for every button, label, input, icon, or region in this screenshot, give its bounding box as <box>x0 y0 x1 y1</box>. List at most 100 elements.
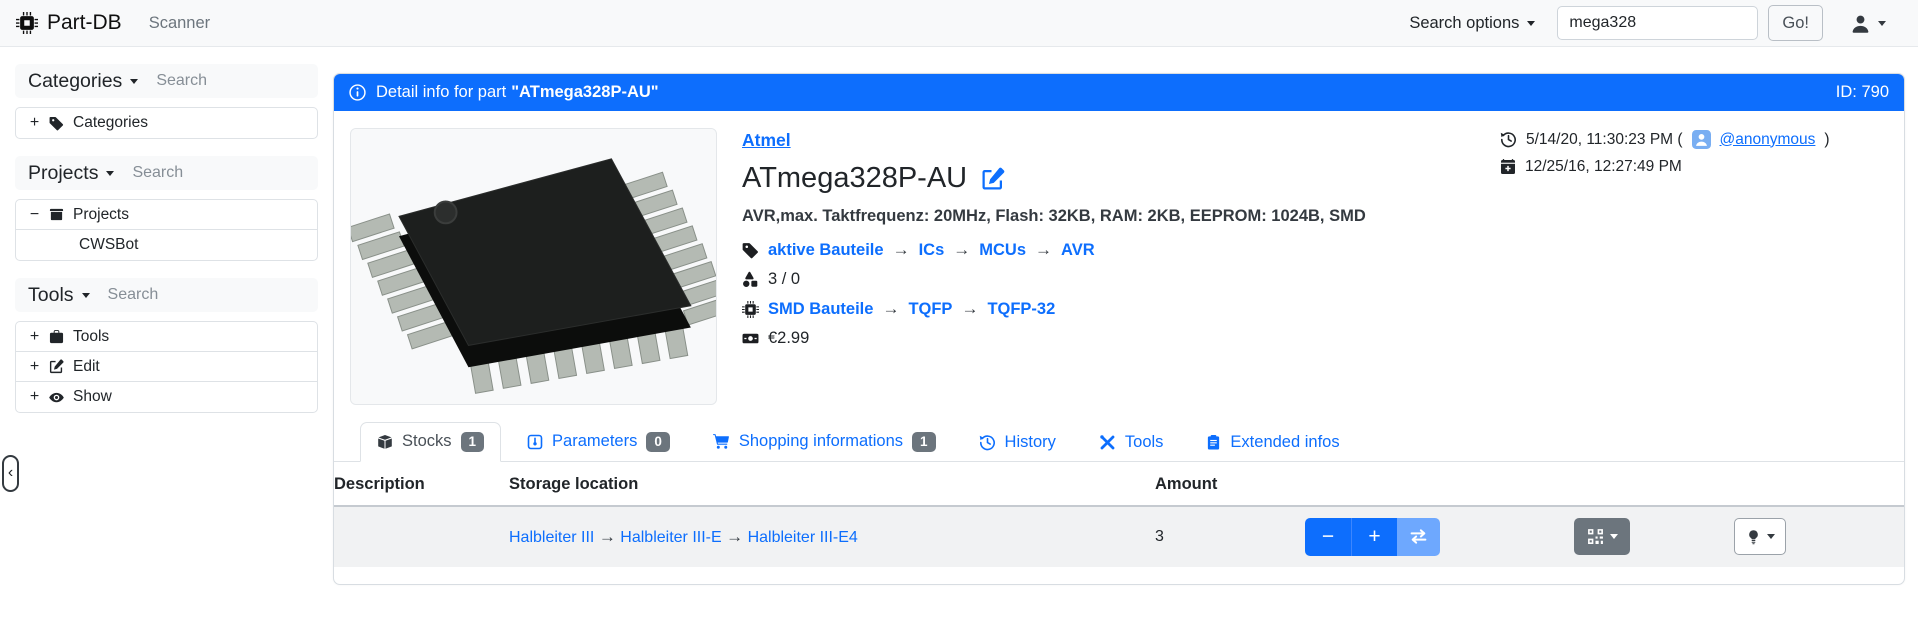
manufacturer-link[interactable]: Atmel <box>742 130 791 151</box>
column-amount: Amount <box>1155 462 1305 506</box>
tree-item-cwsbot[interactable]: CWSBot <box>16 230 317 260</box>
expand-icon[interactable]: + <box>29 358 40 376</box>
storage-location-link[interactable]: Halbleiter III-E4 <box>748 529 858 546</box>
expand-icon[interactable]: + <box>29 114 40 132</box>
tree-item-edit[interactable]: + Edit <box>16 352 317 382</box>
qr-code-icon <box>1587 528 1604 545</box>
category-link[interactable]: aktive Bauteile <box>768 241 884 260</box>
price-row: €2.99 <box>742 329 1500 348</box>
part-image[interactable] <box>350 128 717 405</box>
move-stock-button[interactable] <box>1397 518 1440 556</box>
arrow-right-icon: → <box>953 240 970 260</box>
footprint-link[interactable]: SMD Bauteile <box>768 300 873 319</box>
price-value: €2.99 <box>768 329 809 348</box>
tab-parameters[interactable]: Parameters 0 <box>510 422 687 462</box>
cpu-icon <box>16 12 38 34</box>
search-input[interactable] <box>1557 6 1758 40</box>
sidebar-section-projects-header: Projects <box>15 156 318 190</box>
part-id: ID: 790 <box>1836 83 1889 102</box>
search-options-dropdown[interactable]: Search options <box>1403 13 1541 34</box>
tab-badge: 1 <box>461 432 485 452</box>
tab-label: Parameters <box>552 432 637 451</box>
part-dates: 5/14/20, 11:30:23 PM ( @anonymous ) 12/2… <box>1500 128 1888 405</box>
tree-item-label: Show <box>73 388 112 406</box>
tree-item-categories[interactable]: + Categories <box>16 108 317 138</box>
go-button[interactable]: Go! <box>1768 5 1823 41</box>
categories-dropdown[interactable]: Categories <box>28 70 138 93</box>
storage-location-link[interactable]: Halbleiter III <box>509 529 594 546</box>
tree-item-label: CWSBot <box>79 236 138 254</box>
edit-part-button[interactable] <box>981 167 1005 191</box>
tab-tools[interactable]: Tools <box>1082 423 1181 462</box>
collapse-minus-icon[interactable]: − <box>29 206 40 224</box>
projects-dropdown[interactable]: Projects <box>28 162 114 185</box>
header-text: Detail info for part <box>376 83 506 102</box>
clock-history-icon <box>979 434 996 451</box>
stock-quantity-buttons: − + <box>1305 518 1440 556</box>
tab-extended-infos[interactable]: Extended infos <box>1189 423 1356 462</box>
tag-icon <box>742 242 759 259</box>
footprint-link[interactable]: TQFP-32 <box>987 300 1055 319</box>
tree-item-tools[interactable]: + Tools <box>16 322 317 352</box>
column-actions <box>1305 462 1904 506</box>
sidebar: Categories + Categories Projects − Pr <box>0 47 333 585</box>
caret-down-icon <box>1878 21 1886 26</box>
stock-description-cell <box>334 506 509 567</box>
projects-search-input[interactable] <box>130 163 280 183</box>
brand-label: Part-DB <box>47 11 122 35</box>
expand-icon[interactable]: + <box>29 328 40 346</box>
sidebar-section-tools-header: Tools <box>15 278 318 312</box>
expand-icon[interactable]: + <box>29 388 40 406</box>
led-locate-dropdown-button[interactable] <box>1734 518 1786 555</box>
tab-stocks[interactable]: Stocks 1 <box>360 422 501 462</box>
info-circle-icon <box>349 84 366 101</box>
categories-search-input[interactable] <box>154 71 304 91</box>
tree-item-show[interactable]: + Show <box>16 382 317 412</box>
sidebar-section-categories-header: Categories <box>15 64 318 98</box>
tab-label: Tools <box>1125 433 1164 452</box>
tree-item-projects[interactable]: − Projects <box>16 200 317 230</box>
gauge-icon <box>527 434 543 450</box>
caret-down-icon <box>106 171 114 176</box>
nav-scanner-link[interactable]: Scanner <box>149 14 210 33</box>
cash-icon <box>742 330 759 347</box>
user-menu-dropdown[interactable] <box>1844 12 1892 35</box>
footprint-link[interactable]: TQFP <box>908 300 952 319</box>
chip-photo <box>351 129 716 404</box>
footprint-row: SMD Bauteile → TQFP → TQFP-32 <box>742 299 1500 319</box>
projects-title: Projects <box>28 162 98 185</box>
caret-down-icon <box>1610 534 1618 539</box>
tab-label: Extended infos <box>1230 433 1339 452</box>
tools-search-input[interactable] <box>106 285 256 305</box>
category-link[interactable]: MCUs <box>979 241 1026 260</box>
storage-location-link[interactable]: Halbleiter III-E <box>620 529 721 546</box>
clipboard-icon <box>1206 434 1221 450</box>
archive-icon <box>49 207 64 222</box>
stock-row: Halbleiter III → Halbleiter III-E → Halb… <box>334 506 1904 567</box>
app-brand[interactable]: Part-DB <box>16 11 122 35</box>
withdraw-stock-button[interactable]: − <box>1305 518 1351 556</box>
part-tabs: Stocks 1 Parameters 0 Shopping informati… <box>334 422 1904 462</box>
tools-icon <box>1099 434 1116 451</box>
top-navbar: Part-DB Scanner Search options Go! <box>0 0 1918 47</box>
stock-actions-cell: − + <box>1305 506 1904 567</box>
navbar-right: Search options Go! <box>1403 5 1892 41</box>
sidebar-collapse-handle[interactable]: ‹ <box>2 455 19 492</box>
column-storage-location: Storage location <box>509 462 1155 506</box>
column-description: Description <box>334 462 509 506</box>
category-link[interactable]: ICs <box>919 241 945 260</box>
stock-summary: 3 / 0 <box>768 270 800 289</box>
calendar-plus-icon <box>1500 159 1516 175</box>
tab-history[interactable]: History <box>962 423 1073 462</box>
stock-table: Description Storage location Amount Halb… <box>334 462 1904 567</box>
tools-dropdown[interactable]: Tools <box>28 284 90 307</box>
created-text: 12/25/16, 12:27:49 PM <box>1525 158 1682 176</box>
label-qr-dropdown-button[interactable] <box>1574 518 1630 555</box>
tab-label: Shopping informations <box>739 432 903 451</box>
modified-by-link[interactable]: @anonymous <box>1720 131 1816 149</box>
add-stock-button[interactable]: + <box>1351 518 1397 556</box>
cpu-icon <box>742 301 759 318</box>
tab-shopping-informations[interactable]: Shopping informations 1 <box>696 422 953 462</box>
tree-item-label: Edit <box>73 358 100 376</box>
category-link[interactable]: AVR <box>1061 241 1095 260</box>
